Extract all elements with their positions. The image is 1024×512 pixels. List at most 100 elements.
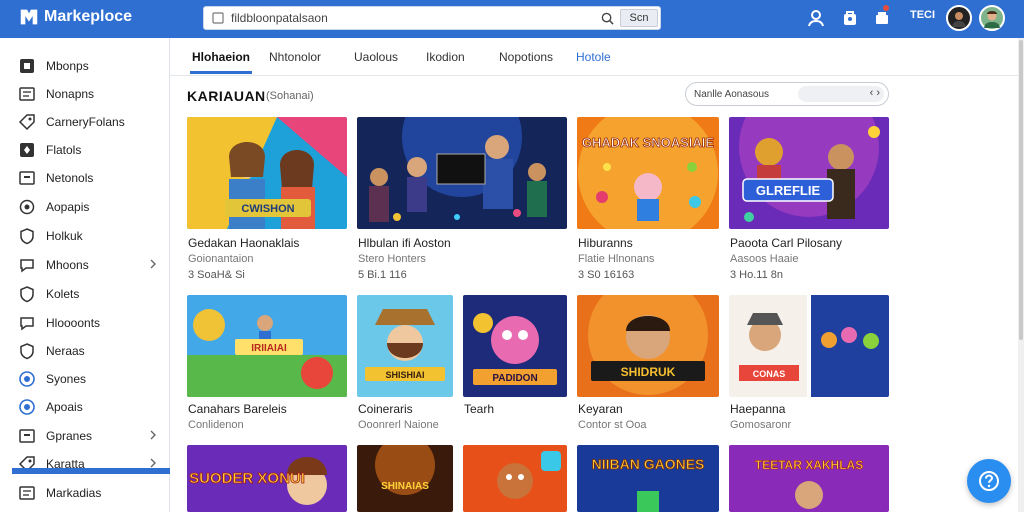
sidebar-item[interactable]: Markadias — [0, 479, 170, 507]
sidebar-item[interactable]: Aopapis — [0, 193, 170, 221]
sidebar-item[interactable]: Syones — [0, 365, 170, 393]
card-title[interactable]: Canahars Bareleis — [188, 402, 287, 416]
product-thumbnail[interactable]: SHISHIAI — [357, 295, 453, 397]
sidebar-item-label: Nonapns — [46, 87, 95, 101]
sidebar-item-label: Aopapis — [46, 200, 90, 214]
cart-icon[interactable] — [873, 8, 893, 28]
sidebar-item[interactable]: Neraas — [0, 337, 170, 365]
sidebar-item-label: Netonols — [46, 171, 94, 185]
sidebar-item-label: Kolets — [46, 287, 80, 301]
card-subtitle: Conlidenon — [188, 419, 244, 431]
search-button[interactable]: Scn — [620, 9, 658, 27]
sidebar-item-label: Flatols — [46, 143, 82, 157]
sidebar-item[interactable]: Apoais — [0, 393, 170, 421]
product-thumbnail[interactable]: PADIDON — [463, 295, 567, 397]
shield-icon — [20, 343, 34, 360]
sidebar-item-label: Gpranes — [46, 429, 93, 443]
chevron-right-icon[interactable] — [148, 259, 158, 269]
chevron-right-icon[interactable] — [148, 430, 158, 440]
sidebar-active-indicator — [12, 468, 170, 474]
tag-icon — [18, 114, 35, 131]
tab-nopotions[interactable]: Nopotions — [499, 50, 553, 64]
sidebar-item[interactable]: Netonols — [0, 164, 170, 192]
search-icon[interactable] — [601, 12, 614, 25]
scrollbar-thumb[interactable] — [1019, 40, 1023, 340]
grid-icon — [20, 143, 34, 157]
sidebar-item[interactable]: Mbonps — [0, 52, 170, 80]
card-meta: 3 S0 16163 — [578, 269, 635, 281]
brand-name: Markeploce — [44, 8, 133, 25]
tab-hotole[interactable]: Hotole — [576, 50, 611, 64]
sidebar-item[interactable]: Kolets — [0, 280, 170, 308]
card-subtitle: Aasoos Haaie — [730, 253, 799, 265]
sidebar-item[interactable]: Hloooonts — [0, 309, 170, 337]
product-thumbnail[interactable]: TEETAR XAKHLAS — [729, 445, 889, 512]
chat-icon — [20, 317, 34, 331]
product-thumbnail[interactable]: IRIIAIAI — [187, 295, 347, 397]
sidebar-item-label: Markadias — [46, 486, 102, 500]
card-title[interactable]: Coineraris — [358, 402, 413, 416]
card-title[interactable]: Haepanna — [730, 402, 785, 416]
product-thumbnail[interactable]: GHADAK SNOASIAIE — [577, 117, 719, 229]
tab-hlohaeion[interactable]: Hlohaeion — [189, 50, 253, 74]
sidebar-item[interactable]: Gpranes — [0, 422, 170, 450]
thumbnail-text: SHINAIAS — [381, 481, 429, 492]
avatar-dark[interactable] — [946, 5, 972, 31]
card-title[interactable]: Hiburanns — [578, 236, 633, 250]
card-subtitle: Ooonrerl Naione — [358, 419, 439, 431]
tab-ikodion[interactable]: Ikodion — [426, 50, 465, 64]
question-icon — [979, 471, 999, 491]
product-thumbnail[interactable]: NIIBAN GAONES — [577, 445, 719, 512]
card-subtitle: Gomosaronr — [730, 419, 792, 431]
card-meta: 5 Bi.1 116 — [358, 269, 407, 281]
card-icon — [19, 486, 35, 500]
thumbnail-text: CWISHON — [241, 203, 294, 215]
product-thumbnail[interactable]: SHINAIAS — [357, 445, 453, 512]
sidebar-item[interactable]: Nonapns — [0, 80, 170, 108]
card-title[interactable]: Keyaran — [578, 402, 623, 416]
search-input[interactable] — [231, 10, 591, 26]
card-meta: 3 Ho.11 8n — [730, 269, 784, 281]
circle-icon — [19, 399, 35, 415]
thumbnail-text: SHISHIAI — [385, 370, 424, 380]
card-subtitle: Flatie Hlnonans — [578, 253, 655, 265]
sidebar-item-label: Mbonps — [46, 59, 89, 73]
bag-icon[interactable] — [840, 8, 860, 28]
chat-icon — [20, 259, 34, 273]
sidebar-item[interactable]: Holkuk — [0, 222, 170, 250]
thumbnail-text: NIIBAN GAONES — [592, 456, 705, 472]
sort-arrows-icon[interactable]: ‹ › — [870, 87, 880, 99]
shield-icon — [20, 228, 34, 245]
user-icon[interactable] — [806, 8, 826, 28]
thumbnail-text: GLREFLIE — [756, 183, 821, 198]
sidebar-item[interactable]: Mhoons — [0, 251, 170, 279]
card-title[interactable]: Tearh — [464, 402, 494, 416]
card-icon — [19, 87, 35, 101]
card-title[interactable]: Hlbulan ifi Aoston — [358, 236, 451, 250]
sidebar-item[interactable]: Flatols — [0, 136, 170, 164]
card-title[interactable]: Paoota Carl Pilosany — [730, 236, 842, 250]
product-thumbnail[interactable]: SHIDRUK — [577, 295, 719, 397]
sort-dropdown[interactable]: Nanlle Aonasous ‹ › — [685, 82, 889, 106]
shield-icon — [20, 286, 34, 303]
product-thumbnail[interactable]: SUODER XONUI — [187, 445, 347, 512]
card-subtitle: Goionantaion — [188, 253, 254, 265]
sidebar-item[interactable]: CarneryFolans — [0, 108, 170, 136]
thumbnail-text: SUODER XONUI — [189, 470, 305, 487]
product-thumbnail[interactable]: CWISHON — [187, 117, 347, 229]
tab-nhtonolor[interactable]: Nhtonolor — [269, 50, 321, 64]
card-title[interactable]: Gedakan Haonaklais — [188, 236, 299, 250]
user-avatar[interactable] — [979, 5, 1005, 31]
top-bar: Markeploce Scn TECI — [0, 0, 1024, 38]
product-thumbnail[interactable] — [357, 117, 567, 229]
sidebar-item-label: Mhoons — [46, 258, 89, 272]
brand[interactable]: Markeploce — [18, 6, 132, 28]
product-thumbnail[interactable]: GLREFLIE — [729, 117, 889, 229]
category-tabs: Hlohaeion Nhtonolor Uaolous Ikodion Nopo… — [170, 38, 1018, 76]
help-button[interactable] — [967, 459, 1011, 503]
product-thumbnail[interactable]: CONAS — [729, 295, 889, 397]
tab-uaolous[interactable]: Uaolous — [354, 50, 398, 64]
product-thumbnail[interactable] — [463, 445, 567, 512]
search-box: Scn — [203, 6, 661, 30]
chevron-right-icon[interactable] — [148, 458, 158, 468]
